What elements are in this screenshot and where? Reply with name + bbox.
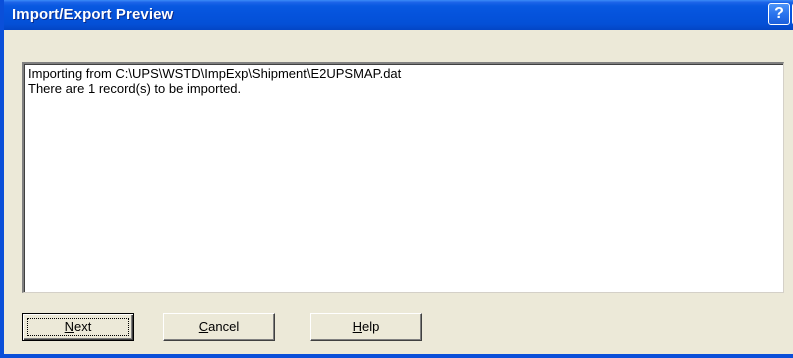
help-button[interactable]: Help	[310, 313, 422, 341]
preview-line-record-count: There are 1 record(s) to be imported.	[28, 81, 242, 96]
preview-line-import-path: Importing from C:\UPS\WSTD\ImpExp\Shipme…	[28, 66, 402, 81]
help-button-label: Help	[352, 319, 380, 334]
cancel-button-label: Cancel	[198, 319, 240, 334]
help-icon[interactable]: ?	[768, 3, 790, 25]
cancel-button[interactable]: Cancel	[163, 313, 275, 341]
next-button-label: Next	[64, 319, 92, 334]
title-bar[interactable]: Import/Export Preview ? ✕	[4, 0, 793, 30]
window-title: Import/Export Preview	[12, 6, 174, 23]
preview-text-area[interactable]: Importing from C:\UPS\WSTD\ImpExp\Shipme…	[22, 62, 784, 293]
import-export-preview-dialog: Import/Export Preview ? ✕ Importing from…	[0, 0, 793, 358]
next-button[interactable]: Next	[22, 313, 134, 341]
